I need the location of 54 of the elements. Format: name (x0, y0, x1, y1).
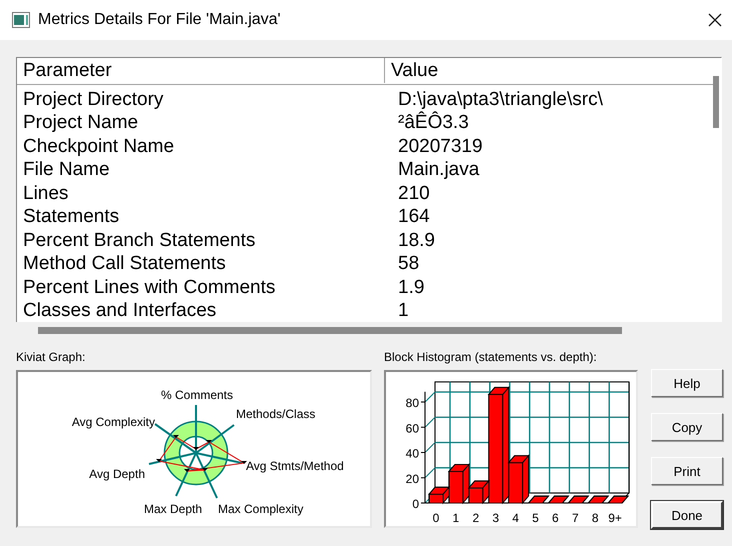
app-icon (12, 12, 30, 28)
axis-tick-label: 60 (406, 421, 419, 436)
axis-label: Avg Depth (89, 467, 145, 481)
table-cell-text: Project Directory (22, 88, 164, 111)
axis-tick-label: 80 (406, 396, 419, 410)
category-label: 8 (592, 511, 599, 525)
category-label: 7 (572, 511, 579, 525)
category-label: 9+ (608, 511, 622, 525)
axis-tick-label: 0 (412, 497, 419, 511)
table-cell-text: D:\java\pta3\triangle\src\ (397, 88, 603, 111)
axis-label: Max Depth (144, 502, 202, 516)
table-cell-text: 18.9 (397, 230, 435, 252)
table-cell-text: Main.java (397, 159, 480, 182)
table-cell-text: ²âÊÔ3.3 (397, 112, 469, 134)
table-cell-text: Method Call Statements (22, 253, 227, 276)
axis-label: Max Complexity (218, 502, 304, 516)
axis-label: Methods/Class (236, 407, 316, 421)
table-cell-text: 1.9 (397, 276, 424, 299)
category-label: 0 (432, 511, 440, 525)
histogram-label: Block Histogram (statements vs. depth): (384, 350, 598, 366)
close-icon[interactable] (708, 13, 722, 27)
table-cell-text: Percent Lines with Comments (22, 276, 276, 299)
table-cell-text: 164 (397, 206, 430, 228)
window-title: Metrics Details For File 'Main.java' (38, 11, 282, 29)
axis-label: % Comments (160, 388, 234, 402)
table-cell-text: Lines (22, 182, 70, 205)
table-cell-text: 58 (397, 253, 420, 276)
table-cell-text: 1 (397, 300, 409, 322)
axis-tick-label: 40 (406, 446, 419, 460)
table-cell-text: 210 (397, 182, 430, 205)
category-label: 6 (552, 511, 559, 525)
horizontal-scrollbar[interactable] (38, 327, 622, 334)
table-cell-text: Project Name (22, 112, 140, 134)
axis-label: Avg Stmts/Method (246, 459, 344, 473)
table-cell-text: Classes and Interfaces (22, 300, 218, 322)
histogram-bar (468, 487, 484, 504)
axis-label: Avg Complexity (72, 415, 155, 429)
axis-tick-label: 20 (406, 472, 419, 486)
category-label: 3 (492, 511, 500, 525)
category-label: 2 (472, 511, 480, 525)
category-label: 5 (532, 511, 539, 525)
dialog-button[interactable]: Help (651, 369, 723, 397)
dialog-button[interactable]: Copy (651, 413, 723, 441)
histogram-bar (428, 494, 444, 504)
dialog-button[interactable]: Done (651, 501, 723, 529)
table-cell-text: Percent Branch Statements (22, 230, 256, 252)
table-cell-text: Statements (22, 206, 120, 228)
table-cell-text: Checkpoint Name (22, 136, 176, 158)
category-label: 1 (452, 511, 460, 525)
dialog-button[interactable]: Print (651, 457, 723, 485)
table-cell-text: 20207319 (397, 136, 483, 158)
category-label: 4 (512, 511, 519, 525)
table-cell-text: File Name (22, 159, 111, 182)
kiviat-label: Kiviat Graph: (16, 350, 86, 366)
